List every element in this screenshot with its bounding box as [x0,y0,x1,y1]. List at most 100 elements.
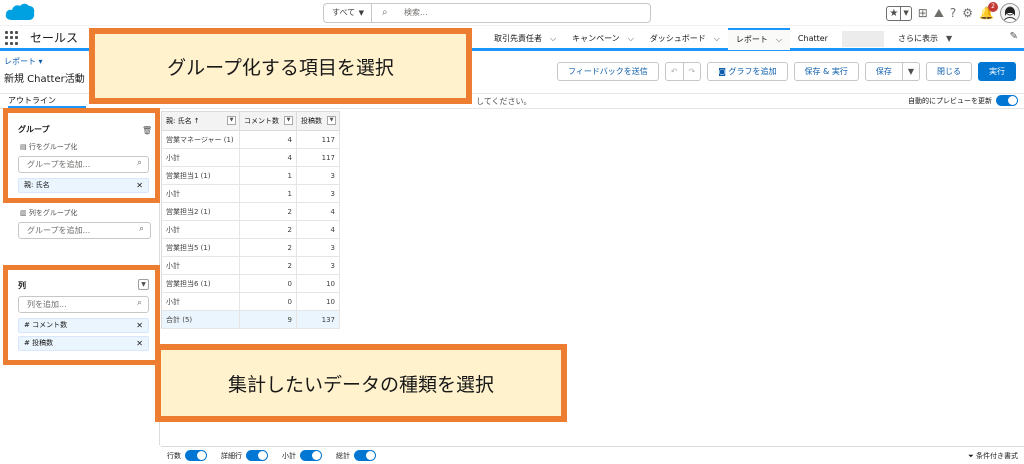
chevron-down-icon[interactable]: ⌵ [714,28,720,50]
comments-cell: 2 [239,256,297,275]
toggle-label: 行数 [167,451,181,460]
subtotals-toggle[interactable] [300,450,322,461]
save-button-group: 保存 ▼ [864,62,920,81]
save-button[interactable]: 保存 [864,62,903,81]
column-menu-chevron-icon[interactable]: ▼ [227,116,236,125]
report-table: 親: 氏名 ↑ ▼ コメント数 ▼ 投稿数 ▼ 営業マネージャー (1) 4 117 小計 4… [161,111,340,329]
tab-outline[interactable]: アウトライン [8,95,86,108]
undo-icon[interactable]: ↶ [664,62,684,81]
column-header-posts[interactable]: 投稿数 ▼ [296,111,340,131]
grand-total-row: 合計 (5) 9 137 [161,310,340,329]
favorites-list-chevron-icon[interactable]: ▼ [900,6,910,20]
nav-tabs: 取引先責任者 ⌵ キャンペーン ⌵ ダッシュボード ⌵ レポート ⌵ Chatter さ… [486,26,960,51]
run-button[interactable]: 実行 [978,62,1016,81]
salesforce-logo-icon[interactable] [4,2,36,24]
header-utility-icons: ★ ▼ ⊞ ⛰ ? ⚙ 🔔 2 [886,2,1020,23]
row-name-cell: 営業担当6 (1) [161,274,240,293]
posts-cell: 117 [296,130,340,149]
notifications-bell-icon[interactable]: 🔔 2 [979,2,998,20]
save-options-caret-icon[interactable]: ▼ [902,62,920,81]
user-avatar[interactable] [1000,3,1020,23]
tab-redacted[interactable] [841,30,884,47]
filter-funnel-icon: ⏷ [968,452,976,460]
tab-contacts[interactable]: 取引先責任者 ⌵ [486,28,564,50]
add-chart-button[interactable]: ◙ グラフを追加 [707,62,788,81]
global-actions-plus-icon[interactable]: ⊞ [918,6,928,20]
column-header-comments[interactable]: コメント数 ▼ [239,111,297,131]
app-name: セールス [30,31,79,45]
posts-cell: 3 [296,166,340,185]
page-title: 新規 Chatter活動 レ [4,74,98,85]
callout-group-text: グループ化する項目を選択 [167,56,394,79]
chevron-down-icon: ▼ [358,9,364,17]
auto-preview-toggle-row: 自動的にプレビューを更新 [908,95,1018,106]
tab-reports[interactable]: レポート ⌵ [727,27,790,51]
user-portrait-icon [1003,6,1017,22]
row-name-cell: 営業担当5 (1) [161,238,240,257]
footer-toggle-row-counts: 行数 [167,450,207,461]
group-columns-search-input[interactable]: グループを追加... ⌕ [18,222,151,239]
tab-more[interactable]: さらに表示 ▼ [890,28,960,50]
header-label: 投稿数 [301,117,322,125]
column-menu-chevron-icon[interactable]: ▼ [284,116,293,125]
row-counts-toggle[interactable] [185,450,207,461]
row-name-cell: 小計 [161,292,240,311]
posts-cell: 3 [296,238,340,257]
setup-gear-icon[interactable]: ⚙ [962,6,973,20]
tab-label: キャンペーン [572,33,620,43]
global-header: すべて ▼ ⌕ 検索... ★ ▼ ⊞ ⛰ ? ⚙ 🔔 2 [0,0,1024,26]
tab-dashboards[interactable]: ダッシュボード ⌵ [642,28,728,50]
conditional-format-label: 条件付き書式 [976,452,1018,460]
search-input[interactable]: 検索... [404,4,428,22]
toggle-label: 詳細行 [221,451,242,460]
caret-down-icon[interactable]: ▼ [946,28,952,50]
posts-cell: 10 [296,274,340,293]
grand-total-toggle[interactable] [354,450,376,461]
star-icon[interactable]: ★ [887,7,900,20]
app-launcher-icon[interactable] [5,31,19,45]
redo-icon[interactable]: ↷ [683,62,702,81]
search-scope-dropdown[interactable]: すべて ▼ [324,4,372,22]
comments-cell: 2 [239,220,297,239]
save-and-run-button[interactable]: 保存 & 実行 [793,62,859,81]
trailhead-icon[interactable]: ⛰ [934,6,944,21]
chevron-down-icon[interactable]: ⌵ [550,28,556,50]
send-feedback-button[interactable]: フィードバックを送信 [556,62,659,81]
posts-cell: 4 [296,202,340,221]
conditional-formatting-button[interactable]: ⏷ 条件付き書式 [968,451,1018,461]
posts-cell: 3 [296,184,340,203]
highlight-groups-box [3,108,160,203]
edit-nav-pencil-icon[interactable]: ✎ [1010,31,1018,42]
subtotal-row: 小計 2 4 [161,220,340,239]
subtotal-row: 小計 4 117 [161,148,340,167]
chevron-down-icon[interactable]: ⌵ [776,29,782,51]
favorites-button[interactable]: ★ ▼ [886,5,912,21]
column-menu-chevron-icon[interactable]: ▼ [327,116,336,125]
toggle-label: 総計 [336,451,350,460]
table-row: 営業担当2 (1) 2 4 [161,202,340,221]
row-name-cell: 営業担当1 (1) [161,166,240,185]
posts-cell: 4 [296,220,340,239]
tab-chatter[interactable]: Chatter [790,28,836,50]
comments-cell: 0 [239,292,297,311]
detail-rows-toggle[interactable] [246,450,268,461]
subtotal-row: 小計 0 10 [161,292,340,311]
auto-preview-toggle[interactable] [996,95,1018,106]
highlight-columns-box [3,265,160,365]
header-label: 親: 氏名 ↑ [166,117,200,125]
footer-toggle-detail-rows: 詳細行 [221,450,268,461]
tab-campaigns[interactable]: キャンペーン ⌵ [564,28,642,50]
help-icon[interactable]: ? [950,6,956,20]
column-header-owner-name[interactable]: 親: 氏名 ↑ ▼ [161,111,240,131]
posts-cell: 3 [296,256,340,275]
subtotal-row: 小計 1 3 [161,184,340,203]
close-button[interactable]: 閉じる [926,62,972,81]
breadcrumb[interactable]: レポート ▾ [4,56,43,67]
group-cols-text: 列をグループ化 [28,209,78,217]
comments-cell: 2 [239,202,297,221]
global-search[interactable]: すべて ▼ ⌕ 検索... [323,3,651,23]
comments-cell: 9 [239,310,297,329]
footer-toggle-subtotals: 小計 [282,450,322,461]
chevron-down-icon[interactable]: ⌵ [628,28,634,50]
tab-label: レポート [735,34,768,44]
